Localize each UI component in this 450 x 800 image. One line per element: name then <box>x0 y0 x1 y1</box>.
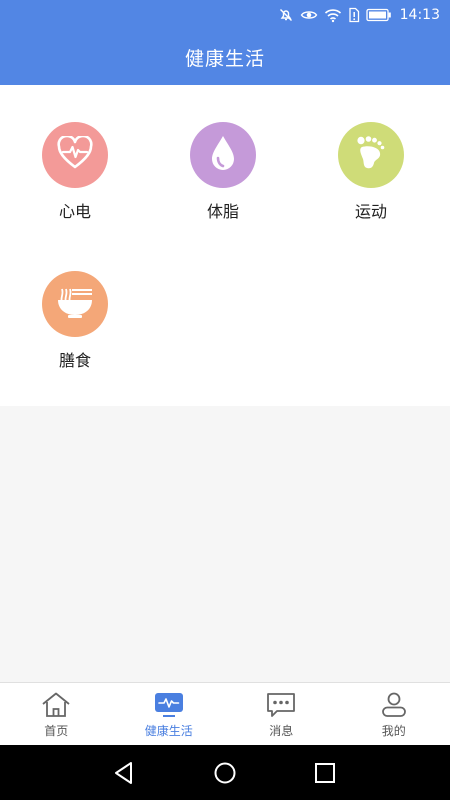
mute-icon <box>278 7 294 23</box>
tile-exercise-label: 运动 <box>354 202 387 221</box>
tile-exercise-circle <box>338 122 404 188</box>
back-icon[interactable] <box>111 760 137 786</box>
message-icon <box>266 691 296 719</box>
tab-profile-label: 我的 <box>381 724 406 738</box>
page-title: 健康生活 <box>184 48 265 70</box>
tile-exercise[interactable]: 运动 <box>296 122 446 242</box>
wifi-icon <box>324 7 342 23</box>
water-drop-icon <box>208 134 238 176</box>
recents-icon[interactable] <box>312 760 338 786</box>
tile-body-fat[interactable]: 体脂 <box>148 122 298 242</box>
noodle-bowl-icon <box>56 285 94 323</box>
tile-ecg-label: 心电 <box>58 202 91 221</box>
tile-body-fat-label: 体脂 <box>206 202 239 221</box>
tile-diet-circle <box>42 271 108 337</box>
tab-messages-label: 消息 <box>269 724 294 738</box>
tab-home[interactable]: 首页 <box>0 683 113 745</box>
heart-ecg-icon <box>57 134 93 174</box>
tile-diet-label: 膳食 <box>58 351 91 370</box>
home-icon <box>41 691 71 719</box>
profile-icon <box>379 691 409 719</box>
footprint-icon <box>352 134 390 176</box>
app-header: 健康生活 <box>0 30 450 85</box>
home-circle-icon[interactable] <box>212 760 238 786</box>
tile-ecg[interactable]: 心电 <box>0 122 150 242</box>
system-nav-bar <box>0 745 450 800</box>
tile-body-fat-circle <box>190 122 256 188</box>
tab-health-life-label: 健康生活 <box>144 724 193 738</box>
tile-ecg-circle <box>42 122 108 188</box>
health-monitor-icon <box>154 691 184 719</box>
status-time: 14:13 <box>399 7 440 23</box>
bottom-tab-bar: 首页 健康生活 消息 我的 <box>0 682 450 745</box>
tab-messages[interactable]: 消息 <box>225 683 338 745</box>
tab-health-life[interactable]: 健康生活 <box>113 683 226 745</box>
eye-icon <box>300 7 318 23</box>
tile-diet[interactable]: 膳食 <box>0 271 150 391</box>
function-grid: 心电 体脂 运动 膳食 <box>0 85 450 406</box>
tab-home-label: 首页 <box>44 724 69 738</box>
sim-alert-icon <box>348 7 360 23</box>
tab-profile[interactable]: 我的 <box>338 683 450 745</box>
status-icons: 14:13 <box>278 0 440 30</box>
battery-icon <box>365 8 392 22</box>
status-bar: 14:13 <box>0 0 450 30</box>
